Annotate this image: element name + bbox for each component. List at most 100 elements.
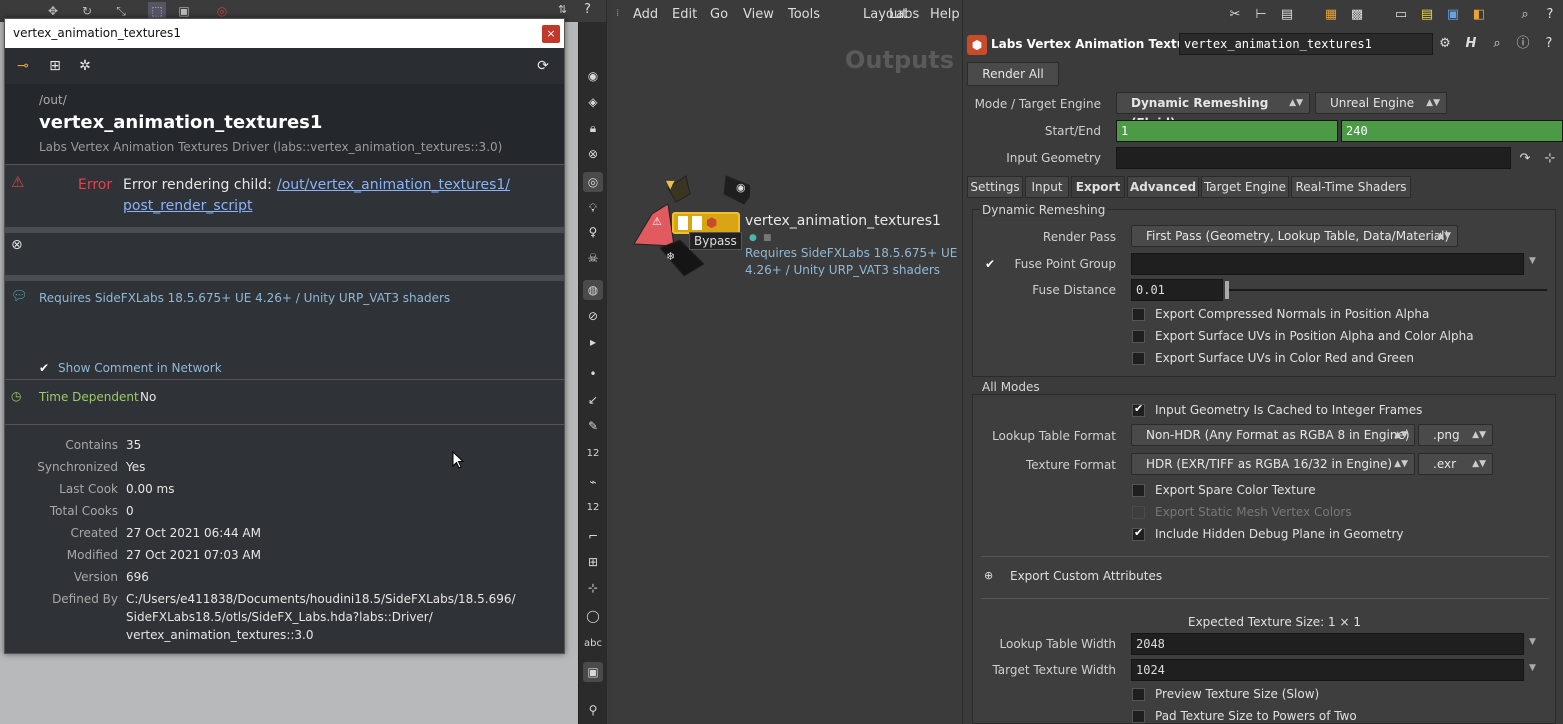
- custom-attributes-label[interactable]: Export Custom Attributes: [1010, 569, 1162, 583]
- sort-icon[interactable]: ⇅: [558, 3, 567, 16]
- pin-icon[interactable]: ⊸: [13, 56, 33, 76]
- preview-size-checkbox[interactable]: [1132, 688, 1145, 701]
- engine-menu[interactable]: Unreal Engine ▲▼: [1315, 92, 1447, 114]
- lookup-format-menu[interactable]: Non-HDR (Any Format as RGBA 8 in Engine)…: [1131, 424, 1415, 446]
- node-name-field[interactable]: vertex_animation_textures1: [1179, 33, 1433, 55]
- tools-icon[interactable]: ✂: [1225, 5, 1245, 25]
- bypass-flag[interactable]: [678, 216, 688, 230]
- image-viewer-icon[interactable]: ▣: [1443, 5, 1463, 25]
- target-width-dropdown-icon[interactable]: ▼: [1529, 663, 1536, 673]
- show-comment-checkbox[interactable]: ✔: [39, 361, 49, 375]
- tree-icon[interactable]: ⊢: [1251, 5, 1271, 25]
- tab-real-time-shaders[interactable]: Real-Time Shaders: [1291, 176, 1411, 198]
- menu-view[interactable]: View: [743, 7, 774, 22]
- list-icon[interactable]: ▤: [1277, 5, 1297, 25]
- help-icon[interactable]: ?: [584, 2, 591, 17]
- node-chooser-icon[interactable]: ⊹: [1540, 149, 1560, 169]
- error-link[interactable]: /out/vertex_animation_textures1/: [277, 177, 510, 193]
- sphere-2-icon[interactable]: ◯: [583, 606, 603, 626]
- help-param-icon[interactable]: ?: [1539, 34, 1559, 54]
- storage-icon[interactable]: ◧: [1469, 5, 1489, 25]
- menu-edit[interactable]: Edit: [672, 7, 697, 22]
- info-icon[interactable]: ⓘ: [1513, 34, 1533, 54]
- surface-uvs-color-checkbox[interactable]: [1132, 352, 1145, 365]
- camera-small-icon[interactable]: ◉: [736, 181, 746, 194]
- menu-help[interactable]: Help: [930, 7, 960, 22]
- output-icon[interactable]: ▼: [666, 178, 674, 191]
- lookup-ext-menu[interactable]: .png ▲▼: [1418, 424, 1493, 446]
- fuse-group-dropdown-icon[interactable]: ▼: [1529, 256, 1536, 266]
- debug-plane-checkbox[interactable]: ✔: [1132, 526, 1145, 541]
- number-icon[interactable]: 12: [583, 444, 603, 464]
- light-icon[interactable]: 💡︎: [583, 198, 603, 218]
- search-param-icon[interactable]: ⌕: [1487, 34, 1507, 54]
- number-2-icon[interactable]: 12: [583, 498, 603, 518]
- texture-format-menu[interactable]: HDR (EXR/TIFF as RGBA 16/32 in Engine) ▲▼: [1131, 453, 1415, 475]
- network-node-name[interactable]: vertex_animation_textures1: [745, 213, 941, 229]
- snap-icon[interactable]: ⊗: [583, 144, 603, 164]
- hda-icon[interactable]: H: [1461, 34, 1481, 54]
- point-icon[interactable]: •: [583, 364, 603, 384]
- display-icon[interactable]: ◎: [583, 172, 603, 192]
- close-button[interactable]: ×: [542, 25, 560, 43]
- tab-input[interactable]: Input: [1025, 176, 1069, 198]
- render-pass-menu[interactable]: First Pass (Geometry, Lookup Table, Data…: [1131, 225, 1458, 247]
- measure-icon[interactable]: ⊹: [583, 578, 603, 598]
- compressed-normals-checkbox[interactable]: [1132, 308, 1145, 321]
- input-geometry-field[interactable]: [1116, 147, 1511, 169]
- start-field[interactable]: 1: [1116, 120, 1338, 142]
- lock-flag[interactable]: [692, 216, 702, 230]
- comment-text[interactable]: Requires SideFXLabs 18.5.675+ UE 4.26+ /…: [39, 291, 450, 305]
- grid-color-icon[interactable]: ▦: [1321, 5, 1341, 25]
- skull-icon[interactable]: ☠: [583, 248, 603, 268]
- texture-icon[interactable]: ⊘: [583, 306, 603, 326]
- sphere-icon[interactable]: ◍: [583, 280, 603, 300]
- network-editor[interactable]: Outputs ▼ ◉ ⚠ ❄ ⬢ Bypass vertex_animatio…: [612, 0, 962, 724]
- curve-icon[interactable]: ⌐: [583, 526, 603, 546]
- paint-icon[interactable]: ⌁: [583, 472, 603, 492]
- add-icon[interactable]: ⊞: [45, 56, 65, 76]
- panel-icon[interactable]: ▭: [1391, 5, 1411, 25]
- fuse-distance-handle[interactable]: [1225, 281, 1229, 299]
- target-width-field[interactable]: 1024: [1131, 659, 1524, 681]
- image-icon[interactable]: ▣: [583, 662, 603, 682]
- debug-bug-icon[interactable]: ✲: [75, 56, 95, 76]
- menu-tools[interactable]: Tools: [788, 7, 820, 22]
- gear-icon[interactable]: ⚙: [1435, 34, 1455, 54]
- light-bulb-icon[interactable]: ♀: [583, 222, 603, 242]
- lookup-width-dropdown-icon[interactable]: ▼: [1529, 637, 1536, 647]
- search-icon[interactable]: ⌕: [1515, 5, 1535, 25]
- freeze-icon[interactable]: ❄: [666, 250, 675, 263]
- mode-menu[interactable]: Dynamic Remeshing (Fluid)▲▼: [1116, 92, 1310, 130]
- edge-icon[interactable]: ↙: [583, 390, 603, 410]
- fuse-distance-field[interactable]: 0.01: [1131, 279, 1223, 301]
- tab-advanced[interactable]: Advanced: [1127, 176, 1199, 198]
- menu-labs[interactable]: Labs: [889, 7, 919, 22]
- pad-size-checkbox[interactable]: [1132, 710, 1145, 723]
- static-mesh-checkbox[interactable]: [1132, 506, 1145, 519]
- texture-ext-menu[interactable]: .exr ▲▼: [1418, 453, 1493, 475]
- node-body[interactable]: ⬢: [672, 212, 740, 234]
- help-icon[interactable]: ?: [1540, 5, 1560, 25]
- view-icon[interactable]: ◉: [583, 66, 603, 86]
- menu-go[interactable]: Go: [710, 7, 728, 22]
- fuse-group-field[interactable]: [1131, 253, 1524, 275]
- tab-settings[interactable]: Settings: [967, 176, 1023, 198]
- show-comment-label[interactable]: Show Comment in Network: [58, 361, 222, 375]
- expand-icon[interactable]: ⊕: [984, 569, 993, 582]
- cached-frames-checkbox[interactable]: ✔: [1132, 402, 1145, 417]
- grid-icon[interactable]: ⊞: [583, 552, 603, 572]
- render-all-button[interactable]: Render All: [967, 62, 1059, 86]
- spare-color-checkbox[interactable]: [1132, 484, 1145, 497]
- note-icon[interactable]: ▤: [1417, 5, 1437, 25]
- lookup-width-field[interactable]: 2048: [1131, 633, 1524, 655]
- table-icon[interactable]: ▩: [1347, 5, 1367, 25]
- brush-icon[interactable]: ✎: [583, 416, 603, 436]
- tab-target-engine[interactable]: Target Engine: [1201, 176, 1289, 198]
- refresh-icon[interactable]: ⟳: [533, 56, 553, 76]
- camera-icon[interactable]: ◈: [583, 92, 603, 112]
- tab-export[interactable]: Export: [1071, 176, 1125, 198]
- surface-uvs-alpha-checkbox[interactable]: [1132, 330, 1145, 343]
- pin-icon[interactable]: ⚲: [583, 700, 603, 720]
- fuse-distance-slider[interactable]: [1227, 289, 1547, 291]
